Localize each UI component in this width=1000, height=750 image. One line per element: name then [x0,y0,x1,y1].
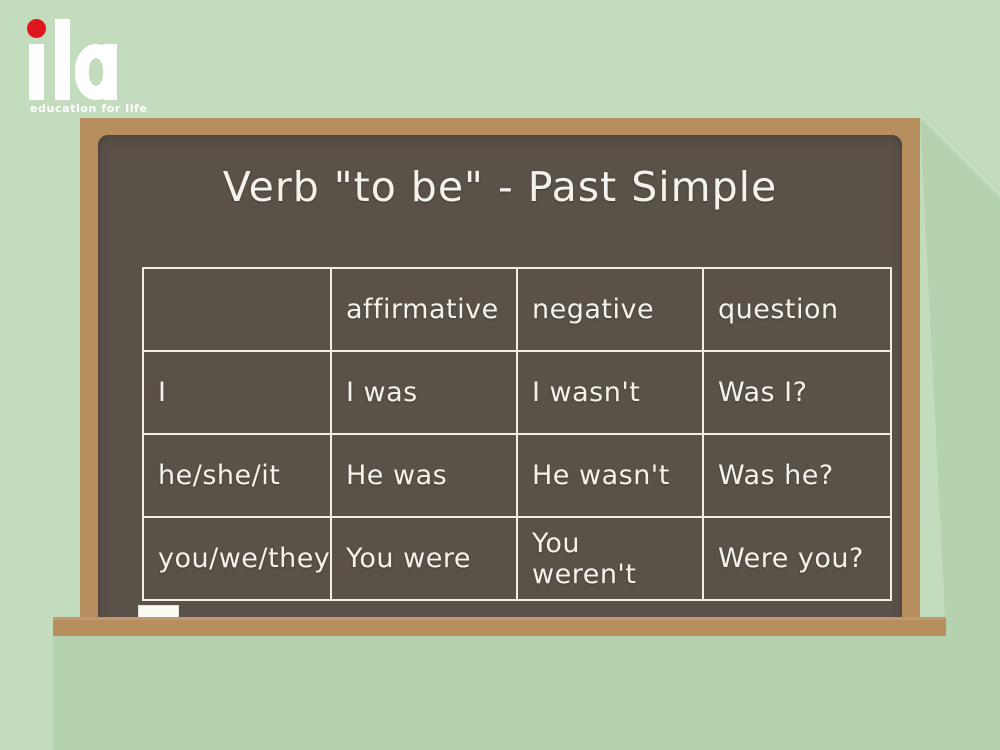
blackboard-surface: Verb "to be" - Past Simple affirmative n… [98,135,902,620]
cell-person: you/we/they [142,516,332,601]
cell-negative: He wasn't [516,433,704,518]
logo-letter-a [75,44,117,100]
column-header-person [142,267,332,352]
cell-affirmative: I was [330,350,518,435]
column-header-question: question [702,267,892,352]
cell-affirmative: You were [330,516,518,601]
blackboard-content: Verb "to be" - Past Simple affirmative n… [98,135,902,620]
poster-canvas: education for life Verb "to be" - Past S… [0,0,1000,750]
blackboard-frame: Verb "to be" - Past Simple affirmative n… [80,118,920,620]
logo-letter-l [55,19,70,100]
logo-letter-a-stem [103,44,117,100]
brand-tagline: education for life [30,102,148,115]
cell-question: Were you? [702,516,892,601]
column-header-affirmative: affirmative [330,267,518,352]
logo-wordmark [18,14,118,100]
conjugation-table: affirmative negative question I I was I … [142,267,892,601]
logo-letter-i [29,44,44,100]
cell-question: Was he? [702,433,892,518]
column-header-negative: negative [516,267,704,352]
logo-dot-icon [27,19,46,38]
table-row: I I was I wasn't Was I? [142,350,892,435]
cell-question: Was I? [702,350,892,435]
cell-person: I [142,350,332,435]
page-title: Verb "to be" - Past Simple [222,163,778,211]
table-row: he/she/it He was He wasn't Was he? [142,433,892,518]
table-header-row: affirmative negative question [142,267,892,352]
chalk-ledge-lip [53,617,946,620]
cell-affirmative: He was [330,433,518,518]
cell-person: he/she/it [142,433,332,518]
cell-negative: I wasn't [516,350,704,435]
brand-logo: education for life [18,14,198,115]
chalk-ledge [53,617,946,636]
cell-negative: You weren't [516,516,704,601]
table-row: you/we/they You were You weren't Were yo… [142,516,892,601]
